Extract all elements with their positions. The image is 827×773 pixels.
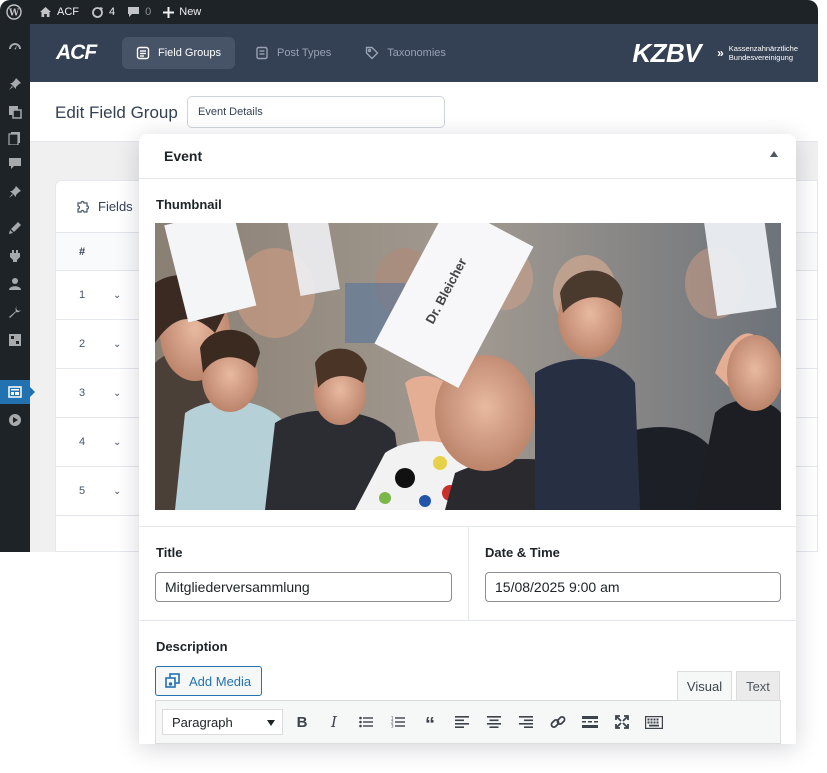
event-heading: Event	[164, 148, 203, 164]
thumbnail-image[interactable]: Dr. Bleicher	[155, 223, 781, 510]
comments-button[interactable]: 0	[121, 0, 157, 24]
divider	[139, 620, 796, 621]
chevron-down-icon	[267, 720, 275, 726]
admin-sidebar	[0, 24, 35, 552]
align-center-icon[interactable]	[484, 711, 504, 733]
puzzle-icon	[77, 200, 90, 213]
tab-field-groups[interactable]: Field Groups	[122, 37, 235, 69]
bold-icon[interactable]: B	[292, 711, 312, 733]
field-row-number: 1	[79, 289, 86, 301]
tab-field-groups-label: Field Groups	[158, 47, 221, 59]
field-group-title-input[interactable]	[187, 96, 445, 128]
updates-button[interactable]: 4	[85, 0, 121, 24]
add-media-label: Add Media	[189, 673, 252, 689]
kzbv-subtitle: Kassenzahnärztliche Bundesvereinigung	[729, 44, 798, 62]
field-row-number: 3	[79, 387, 86, 399]
media-icon[interactable]	[7, 104, 23, 120]
edit-field-group-bar: Edit Field Group	[30, 82, 818, 142]
home-icon	[40, 7, 51, 17]
acf-logo: ACF	[56, 41, 97, 64]
field-row-number: 5	[79, 485, 86, 497]
updates-icon	[92, 6, 103, 18]
thumbnail-label: Thumbnail	[156, 197, 222, 212]
event-edit-panel: Event Thumbnail Dr. Bleicher Title Mitgl…	[139, 134, 796, 744]
plus-icon	[163, 6, 175, 18]
editor-toolbar: Paragraph B I 123 “	[155, 700, 781, 744]
new-label: New	[179, 6, 202, 18]
column-number-label: #	[79, 245, 86, 258]
pages-icon[interactable]	[7, 130, 23, 146]
italic-icon[interactable]: I	[324, 711, 344, 733]
editor-tab-text[interactable]: Text	[736, 671, 780, 701]
chevron-down-icon[interactable]: ⌄	[113, 437, 121, 448]
add-media-icon	[165, 673, 180, 688]
updates-count: 4	[109, 6, 116, 18]
date-time-input[interactable]	[485, 572, 781, 602]
wp-logo-button[interactable]: W	[0, 0, 33, 24]
plugins-icon[interactable]	[7, 248, 23, 264]
conference-photo: Dr. Bleicher	[155, 223, 781, 510]
tools-icon[interactable]	[7, 304, 23, 320]
collapse-menu-icon[interactable]	[7, 412, 23, 428]
post-types-icon	[256, 46, 268, 60]
kzbv-subtitle-line2: Bundesvereinigung	[728, 53, 793, 62]
event-panel-header[interactable]: Event	[139, 134, 796, 179]
acf-fields-icon[interactable]	[7, 384, 23, 400]
title-label: Title	[156, 545, 183, 560]
pin-icon-2[interactable]	[7, 184, 23, 200]
comment-icon	[128, 7, 140, 17]
format-select-value: Paragraph	[172, 714, 233, 730]
link-icon[interactable]	[548, 711, 568, 733]
field-groups-icon	[136, 46, 150, 60]
bullet-list-icon[interactable]	[356, 711, 376, 733]
chevron-down-icon[interactable]: ⌄	[113, 339, 121, 350]
taxonomies-icon	[366, 46, 379, 60]
divider-vertical	[468, 526, 469, 620]
settings-icon[interactable]	[7, 332, 23, 348]
wordpress-icon: W	[6, 4, 22, 20]
site-name-button[interactable]: ACF	[33, 0, 85, 24]
chevron-down-icon[interactable]: ⌄	[113, 290, 121, 301]
blockquote-icon[interactable]: “	[420, 711, 440, 736]
field-row-number: 2	[79, 338, 86, 350]
page-title: Edit Field Group	[55, 103, 178, 122]
title-input[interactable]	[155, 572, 452, 602]
new-content-button[interactable]: New	[157, 0, 207, 24]
editor-tab-visual[interactable]: Visual	[677, 671, 732, 701]
users-icon[interactable]	[7, 276, 23, 292]
tab-post-types-label: Post Types	[276, 47, 332, 59]
appearance-icon[interactable]	[7, 220, 23, 236]
kzbv-logo: KZBV » Kassenzahnärztliche Bundesvereini…	[632, 24, 798, 82]
tab-taxonomies-label: Taxonomies	[387, 47, 446, 59]
add-media-button[interactable]: Add Media	[155, 666, 262, 696]
align-left-icon[interactable]	[452, 711, 472, 733]
site-name: ACF	[57, 6, 79, 18]
numbered-list-icon[interactable]: 123	[388, 711, 408, 733]
comments-count: 0	[145, 6, 152, 18]
field-row-number: 4	[79, 436, 86, 448]
acf-header: ACF Field Groups Post Types Taxonomies K…	[30, 24, 818, 82]
admin-bar: W ACF 4 0 New	[0, 0, 818, 24]
description-label: Description	[156, 639, 228, 654]
chevron-right-double-icon: »	[717, 46, 724, 60]
collapse-caret-icon[interactable]	[770, 151, 778, 157]
chevron-down-icon[interactable]: ⌄	[113, 388, 121, 399]
kzbv-subtitle-line1: Kassenzahnärztliche	[728, 44, 798, 53]
svg-text:W: W	[8, 9, 20, 19]
tab-post-types[interactable]: Post Types	[241, 37, 345, 69]
kzbv-wordmark: KZBV	[632, 37, 702, 68]
fields-tab-label: Fields	[98, 199, 133, 214]
pin-icon[interactable]	[7, 76, 23, 92]
align-right-icon[interactable]	[516, 711, 536, 733]
dashboard-icon[interactable]	[7, 40, 23, 56]
comments-menu-icon[interactable]	[7, 156, 23, 172]
svg-text:3: 3	[391, 724, 394, 729]
fullscreen-icon[interactable]	[612, 711, 632, 733]
chevron-down-icon[interactable]: ⌄	[113, 486, 121, 497]
tab-taxonomies[interactable]: Taxonomies	[351, 37, 460, 69]
format-select[interactable]: Paragraph	[162, 709, 283, 735]
date-time-label: Date & Time	[485, 545, 560, 560]
read-more-icon[interactable]	[580, 711, 600, 733]
toolbar-toggle-icon[interactable]	[644, 711, 664, 733]
